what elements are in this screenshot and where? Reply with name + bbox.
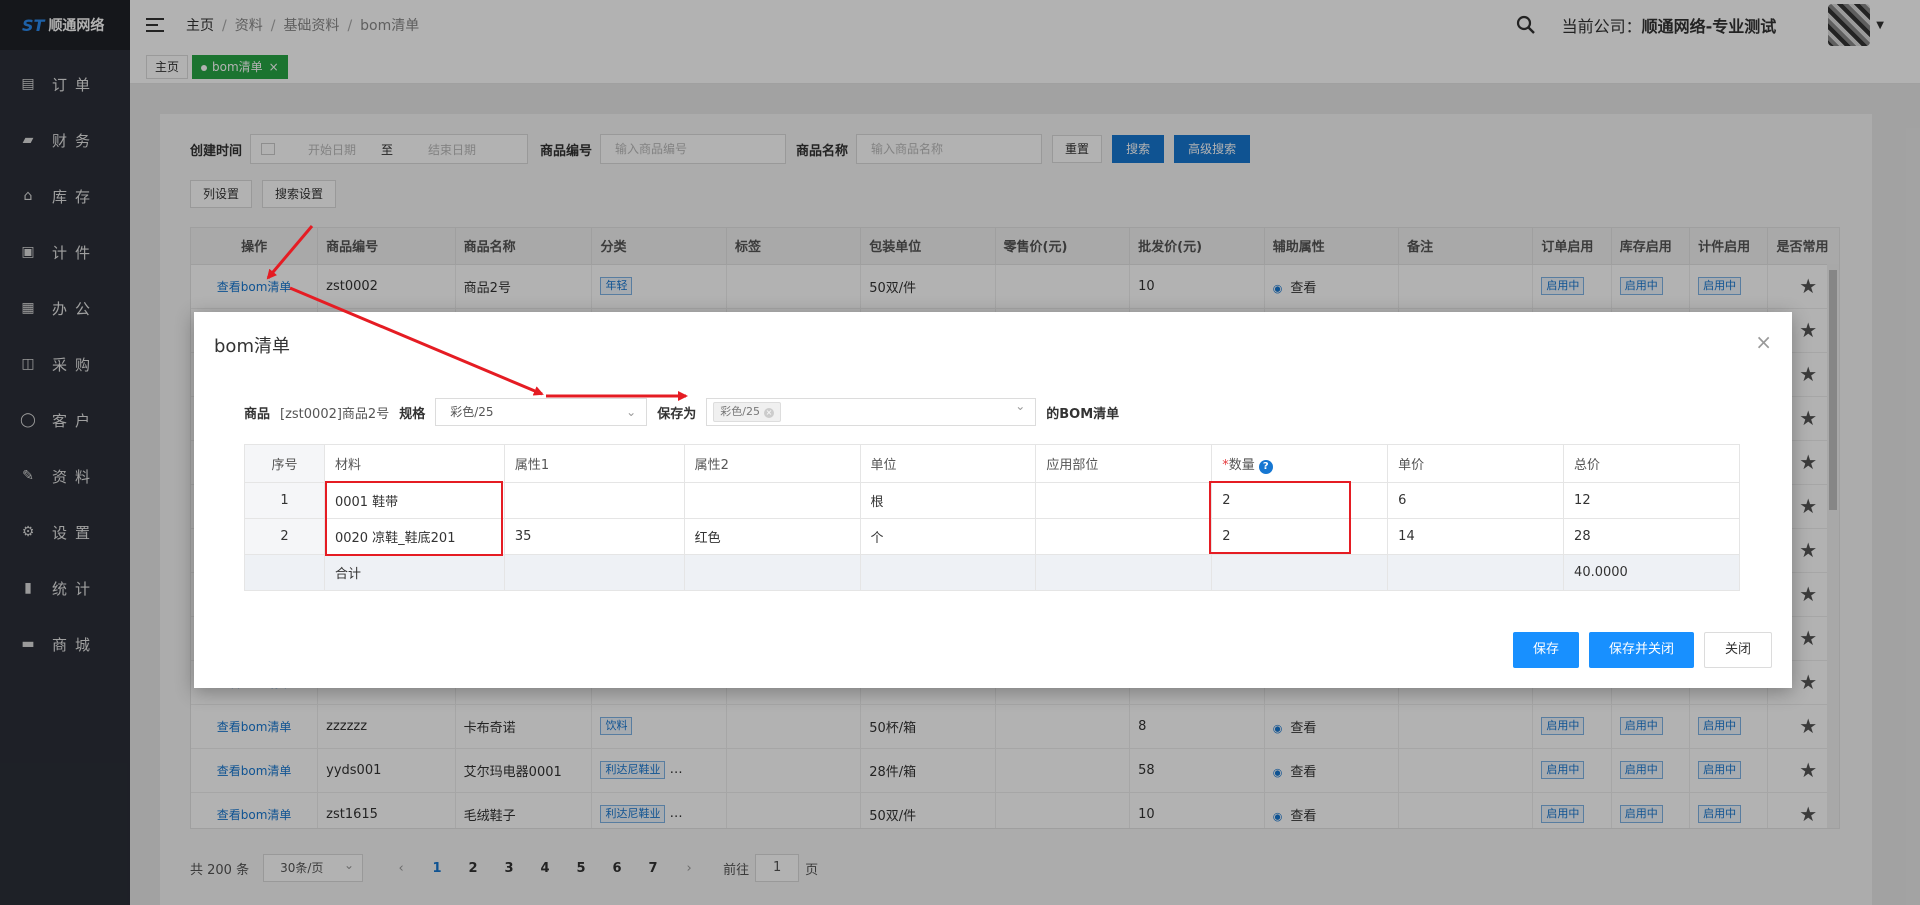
bom-header-row: 商品 [zst0002]商品2号 规格 彩色/25 ⌄ 保存为 彩色/25 × ⌄ 的… — [244, 398, 1119, 426]
save-button[interactable]: 保存 — [1512, 632, 1579, 668]
product-value: [zst0002]商品2号 — [280, 406, 390, 422]
unit-cell[interactable]: 个 — [859, 518, 1037, 555]
total-cell: 12 — [1563, 482, 1740, 519]
bom-sum-row: 合计 40.0000 — [244, 554, 1740, 591]
annotation-quantity-box — [1209, 481, 1351, 554]
close-button[interactable]: 关闭 — [1703, 632, 1772, 668]
price-cell[interactable]: 14 — [1387, 518, 1565, 555]
bom-table-header: 序号 材料 属性1 属性2 单位 应用部位 *数量? 单价 总价 — [244, 444, 1740, 483]
chevron-down-icon: ⌄ — [1015, 399, 1026, 413]
total-cell: 28 — [1563, 518, 1740, 555]
attr1-cell[interactable] — [503, 482, 685, 519]
attr2-cell[interactable] — [683, 482, 861, 519]
sum-total: 40.0000 — [1563, 554, 1740, 591]
modal-actions: 保存 保存并关闭 关闭 — [1503, 632, 1772, 668]
part-cell[interactable] — [1035, 482, 1213, 519]
remove-chip-icon[interactable]: × — [763, 408, 774, 418]
unit-cell[interactable]: 根 — [859, 482, 1037, 519]
save-close-button[interactable]: 保存并关闭 — [1588, 632, 1694, 668]
attr2-cell[interactable]: 红色 — [683, 518, 861, 555]
annotation-material-box — [325, 481, 503, 556]
help-icon[interactable]: ? — [1258, 459, 1273, 474]
close-icon[interactable]: × — [1755, 330, 1772, 354]
chevron-down-icon: ⌄ — [626, 405, 637, 419]
attr1-cell[interactable]: 35 — [503, 518, 685, 555]
spec-chip: 彩色/25 × — [713, 402, 781, 422]
sum-label: 合计 — [323, 554, 505, 591]
part-cell[interactable] — [1035, 518, 1213, 555]
spec-select[interactable]: 彩色/25 ⌄ — [435, 398, 648, 426]
modal-title: bom清单 — [214, 336, 290, 357]
save-as-select[interactable]: 彩色/25 × ⌄ — [706, 398, 1037, 426]
price-cell[interactable]: 6 — [1387, 482, 1565, 519]
